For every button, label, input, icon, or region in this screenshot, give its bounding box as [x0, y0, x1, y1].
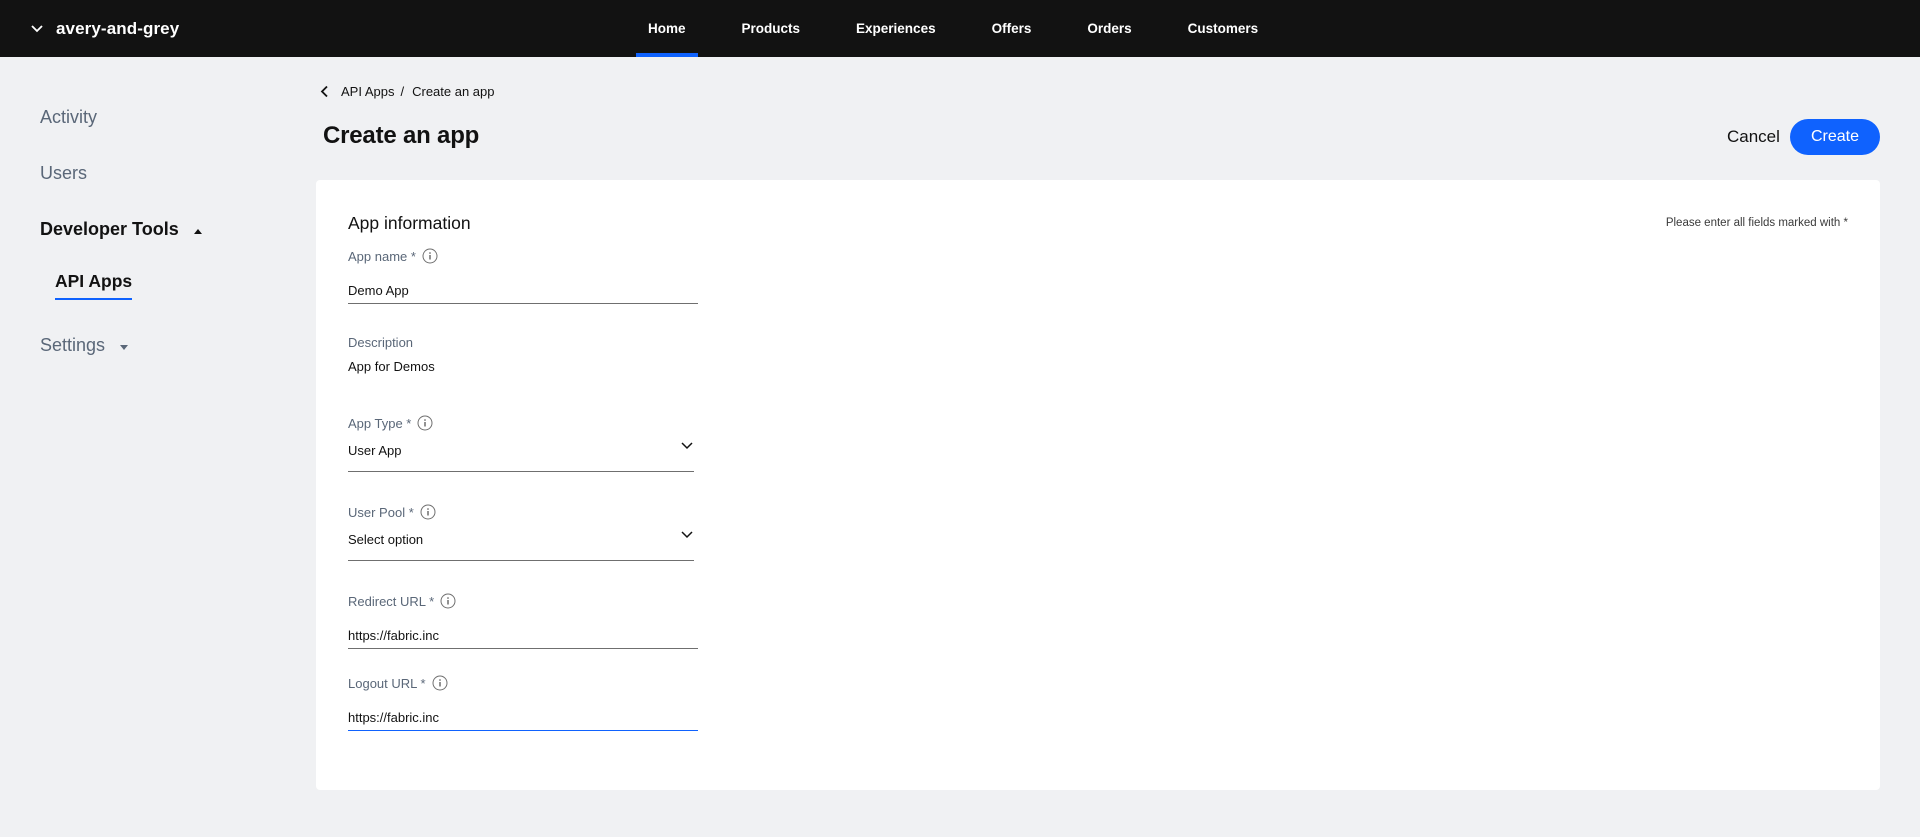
info-icon[interactable]	[420, 504, 436, 520]
description-label: Description	[348, 335, 413, 350]
app-name-input[interactable]	[348, 278, 698, 304]
required-fields-note: Please enter all fields marked with *	[1665, 217, 1848, 229]
app-information-card: App information Please enter all fields …	[316, 180, 1880, 790]
app-name-label-text: App name *	[348, 248, 416, 264]
org-name: avery-and-grey	[56, 18, 180, 38]
description-field[interactable]: App for Demos	[348, 359, 435, 374]
nav-orders[interactable]: Orders	[1075, 0, 1143, 57]
app-type-value: User App	[348, 443, 402, 458]
nav-offers[interactable]: Offers	[980, 0, 1044, 57]
redirect-url-label: Redirect URL *	[348, 593, 456, 609]
breadcrumb-link-api-apps[interactable]: API Apps	[341, 84, 394, 99]
nav-home[interactable]: Home	[636, 0, 698, 57]
sidebar-item-settings[interactable]: Settings	[40, 335, 129, 356]
logout-url-input[interactable]	[348, 705, 698, 731]
top-navigation-bar: avery-and-grey Home Products Experiences…	[0, 0, 1920, 57]
redirect-url-input[interactable]	[348, 623, 698, 649]
user-pool-label-text: User Pool *	[348, 504, 414, 520]
info-icon[interactable]	[440, 593, 456, 609]
create-button[interactable]: Create	[1790, 119, 1880, 155]
user-pool-value: Select option	[348, 532, 424, 547]
sidebar-item-label: Developer Tools	[40, 219, 179, 239]
info-icon[interactable]	[432, 675, 448, 691]
cancel-button[interactable]: Cancel	[1715, 119, 1792, 155]
app-type-label: App Type *	[348, 415, 433, 431]
nav-customers[interactable]: Customers	[1176, 0, 1271, 57]
info-icon[interactable]	[417, 415, 433, 431]
chevron-down-icon	[680, 530, 694, 540]
app-name-label: App name *	[348, 248, 438, 264]
sidebar-item-users[interactable]: Users	[40, 163, 87, 184]
breadcrumb-separator: /	[400, 83, 405, 99]
caret-up-icon	[193, 219, 203, 240]
nav-experiences[interactable]: Experiences	[844, 0, 948, 57]
nav-products[interactable]: Products	[730, 0, 813, 57]
logout-url-label: Logout URL *	[348, 675, 448, 691]
org-switcher[interactable]: avery-and-grey	[30, 0, 179, 57]
sidebar-item-developer-tools[interactable]: Developer Tools	[40, 219, 203, 240]
breadcrumb: API Apps / Create an app	[320, 82, 495, 100]
section-title: App information	[348, 213, 471, 233]
info-icon[interactable]	[422, 248, 438, 264]
description-label-text: Description	[348, 335, 414, 350]
redirect-url-label-text: Redirect URL *	[348, 593, 435, 609]
user-pool-label: User Pool *	[348, 504, 436, 520]
breadcrumb-current: Create an app	[412, 83, 495, 99]
user-pool-select[interactable]: Select option	[348, 527, 694, 561]
sidebar-item-api-apps[interactable]: API Apps	[55, 271, 133, 300]
page-title: Create an app	[323, 122, 480, 149]
sidebar-item-activity[interactable]: Activity	[40, 107, 97, 128]
back-arrow-icon[interactable]	[320, 85, 329, 98]
app-type-label-text: App Type *	[348, 415, 412, 431]
sidebar-item-label: Settings	[40, 335, 106, 355]
chevron-down-icon	[680, 441, 694, 451]
app-type-select[interactable]: User App	[348, 438, 694, 472]
caret-down-icon	[119, 335, 129, 356]
main-nav: Home Products Experiences Offers Orders …	[636, 0, 1270, 57]
logout-url-label-text: Logout URL *	[348, 675, 426, 691]
chevron-down-icon	[30, 24, 44, 34]
